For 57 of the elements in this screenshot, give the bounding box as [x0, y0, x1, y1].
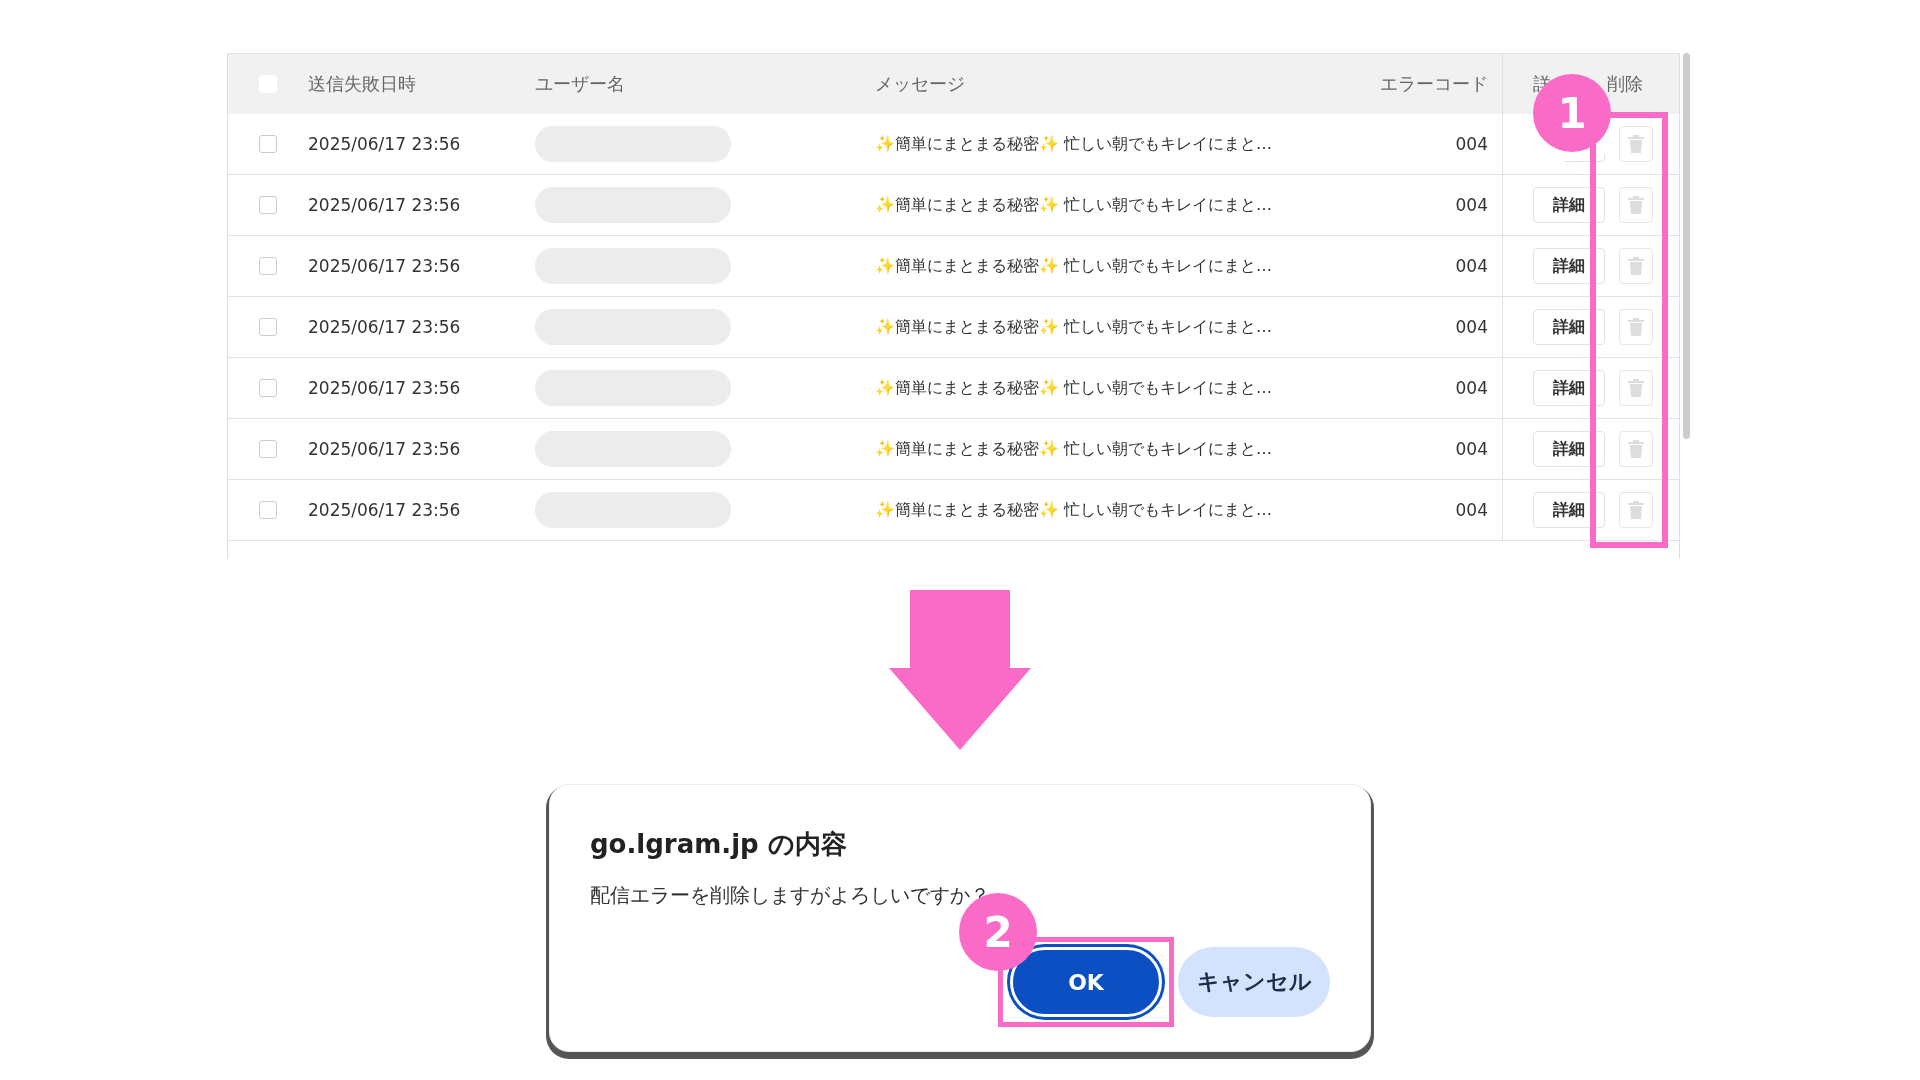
delete-button[interactable]: [1619, 126, 1653, 162]
date-text: 2025/06/17 23:56: [308, 256, 461, 276]
date-text: 2025/06/17 23:56: [308, 195, 461, 215]
message-text: ✨簡単にまとまる秘密✨ 忙しい朝でもキレイにまと…: [875, 134, 1273, 153]
date-text: 2025/06/17 23:56: [308, 500, 461, 520]
detail-button[interactable]: 詳細: [1533, 187, 1605, 223]
trash-icon: [1628, 440, 1644, 458]
delete-button[interactable]: [1619, 309, 1653, 345]
trash-icon: [1628, 135, 1644, 153]
row-checkbox[interactable]: [259, 379, 277, 397]
date-text: 2025/06/17 23:56: [308, 317, 461, 337]
message-text: ✨簡単にまとまる秘密✨ 忙しい朝でもキレイにまと…: [875, 378, 1273, 397]
dialog-title: go.lgram.jp の内容: [590, 828, 848, 861]
trash-icon: [1628, 379, 1644, 397]
date-text: 2025/06/17 23:56: [308, 439, 461, 459]
delete-button[interactable]: [1619, 187, 1653, 223]
error-code: 004: [1455, 317, 1488, 337]
error-code: 004: [1455, 134, 1488, 154]
message-text: ✨簡単にまとまる秘密✨ 忙しい朝でもキレイにまと…: [875, 195, 1273, 214]
message-text: ✨簡単にまとまる秘密✨ 忙しい朝でもキレイにまと…: [875, 317, 1273, 336]
delete-button[interactable]: [1619, 248, 1653, 284]
error-code: 004: [1455, 256, 1488, 276]
scrollbar[interactable]: [1683, 53, 1690, 439]
column-header: 送信失敗日時: [308, 73, 416, 94]
detail-button[interactable]: 詳細: [1533, 370, 1605, 406]
cancel-button[interactable]: キャンセル: [1178, 947, 1330, 1017]
detail-button[interactable]: 詳細: [1533, 248, 1605, 284]
date-text: 2025/06/17 23:56: [308, 134, 461, 154]
ok-button[interactable]: OK: [1010, 947, 1162, 1017]
row-checkbox[interactable]: [259, 318, 277, 336]
error-code: 004: [1455, 195, 1488, 215]
column-header: ユーザー名: [535, 73, 625, 94]
error-code: 004: [1455, 378, 1488, 398]
column-header: エラーコード: [1380, 73, 1488, 94]
column-header: メッセージ: [875, 73, 965, 94]
message-text: ✨簡単にまとまる秘密✨ 忙しい朝でもキレイにまと…: [875, 439, 1273, 458]
detail-button[interactable]: 詳細: [1533, 309, 1605, 345]
row-checkbox[interactable]: [259, 440, 277, 458]
delete-button[interactable]: [1619, 492, 1653, 528]
delete-button[interactable]: [1619, 370, 1653, 406]
column-header: 削除: [1607, 72, 1643, 96]
date-text: 2025/06/17 23:56: [308, 378, 461, 398]
message-text: ✨簡単にまとまる秘密✨ 忙しい朝でもキレイにまと…: [875, 500, 1273, 519]
error-code: 004: [1455, 500, 1488, 520]
trash-icon: [1628, 318, 1644, 336]
delete-button[interactable]: [1619, 431, 1653, 467]
row-checkbox[interactable]: [259, 257, 277, 275]
detail-button[interactable]: 詳細: [1533, 431, 1605, 467]
detail-button[interactable]: 詳細: [1533, 492, 1605, 528]
message-text: ✨簡単にまとまる秘密✨ 忙しい朝でもキレイにまと…: [875, 256, 1273, 275]
error-code: 004: [1455, 439, 1488, 459]
row-checkbox[interactable]: [259, 501, 277, 519]
trash-icon: [1628, 196, 1644, 214]
trash-icon: [1628, 501, 1644, 519]
row-checkbox[interactable]: [259, 196, 277, 214]
row-checkbox[interactable]: [259, 135, 277, 153]
trash-icon: [1628, 257, 1644, 275]
